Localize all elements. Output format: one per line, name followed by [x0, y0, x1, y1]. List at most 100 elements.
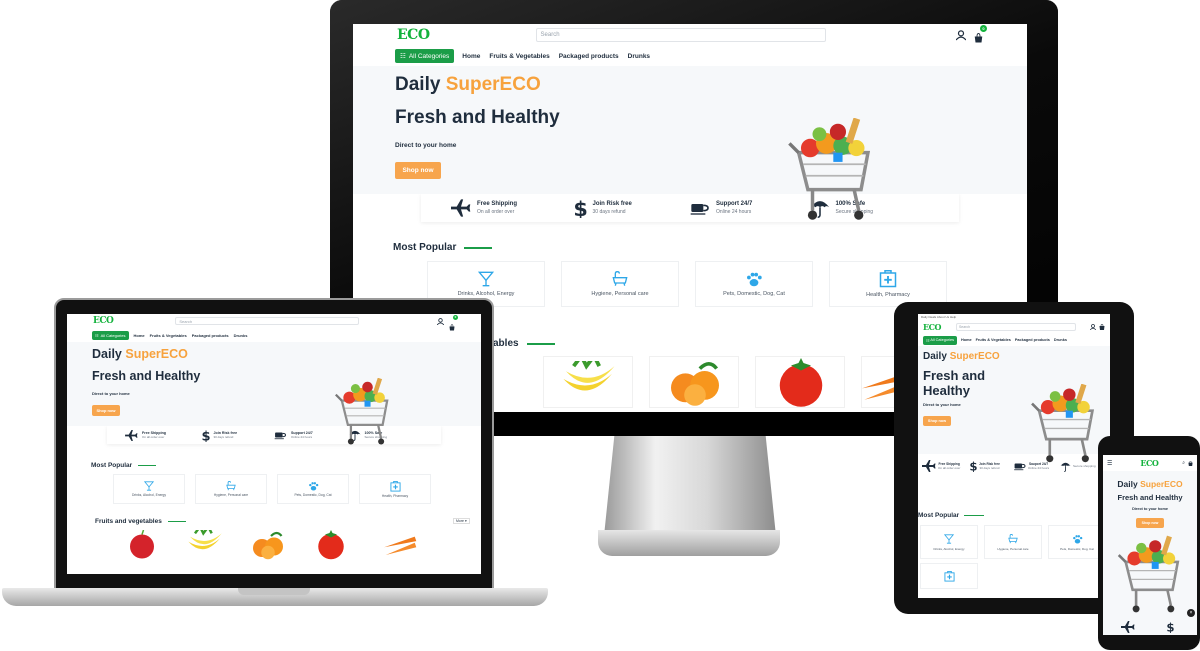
- hero-headline: Fresh and Healthy: [1117, 493, 1183, 502]
- cocktail-icon: [944, 533, 954, 544]
- carrot-image[interactable]: [383, 532, 419, 558]
- category-label: Drinks, Alcohol, Energy: [933, 546, 965, 551]
- cocktail-icon: [478, 271, 494, 287]
- search-input[interactable]: Search: [955, 323, 1076, 331]
- brand-logo[interactable]: ECO: [397, 27, 430, 43]
- nav-fruits-vegetables[interactable]: Fruits & Vegetables: [150, 333, 187, 338]
- shop-now-button[interactable]: Shop now: [1136, 518, 1164, 528]
- feature-subtitle: Online 24 hours: [1028, 466, 1050, 470]
- orange-image[interactable]: [249, 530, 287, 560]
- dollar-icon: [1166, 621, 1174, 633]
- category-card-pets[interactable]: Pets, Domestic, Dog, Cat: [277, 474, 349, 504]
- category-card-drinks[interactable]: Drinks, Alcohol, Energy: [920, 525, 978, 559]
- nav-drunks[interactable]: Drunks: [1054, 338, 1067, 342]
- category-label: Health, Pharmacy: [866, 292, 910, 298]
- category-card-hygiene[interactable]: Hygiene, Personal care: [195, 474, 267, 504]
- cart-icon[interactable]: [1099, 324, 1105, 330]
- fruits-title: Fruits and vegetables: [95, 518, 162, 525]
- shop-now-button[interactable]: Shop now: [92, 405, 120, 416]
- product-tile-banana[interactable]: [543, 353, 633, 408]
- feature-subtitle: On all order over: [477, 209, 515, 215]
- category-card-health[interactable]: Health, Pharmacy: [359, 474, 431, 504]
- shop-now-button[interactable]: Shop now: [395, 162, 441, 179]
- feature-subtitle: On all order over: [142, 435, 165, 439]
- user-icon[interactable]: [956, 29, 966, 41]
- nav-drunks[interactable]: Drunks: [234, 333, 248, 338]
- search-input[interactable]: Search: [175, 317, 360, 325]
- laptop-screen: ECO Search 0 ☷ All Categories Home Fruit…: [67, 314, 481, 574]
- all-categories-button[interactable]: ☷ All Categories: [395, 49, 455, 63]
- header-icons: ⌕: [1182, 460, 1193, 466]
- nav-packaged-products[interactable]: Packaged products: [192, 333, 229, 338]
- nav-fruits-vegetables[interactable]: Fruits & Vegetables: [489, 53, 549, 60]
- more-dropdown[interactable]: More ▾: [453, 518, 470, 524]
- nav-home[interactable]: Home: [961, 338, 972, 342]
- banana-image[interactable]: [183, 530, 227, 560]
- medkit-icon: [879, 270, 897, 288]
- nav-packaged-products[interactable]: Packaged products: [559, 53, 619, 60]
- feature-subtitle: Secure shopping: [1073, 464, 1096, 468]
- category-card-health[interactable]: [920, 563, 978, 589]
- hamburger-icon[interactable]: ☰: [1107, 460, 1112, 467]
- brand-logo[interactable]: ECO: [923, 322, 941, 332]
- category-card-drinks[interactable]: Drinks, Alcohol, Energy: [113, 474, 185, 504]
- all-categories-label: All Categories: [930, 338, 955, 342]
- search-input[interactable]: Search: [535, 28, 826, 42]
- laptop-trackpad-notch: [238, 588, 310, 595]
- hero-title-prefix: Daily: [1117, 479, 1141, 489]
- search-placeholder: Search: [540, 32, 560, 38]
- most-popular-heading: Most Popular: [393, 242, 1027, 253]
- coffee-icon: [274, 431, 287, 440]
- product-tile-tomato[interactable]: [755, 356, 845, 408]
- category-card-health[interactable]: Health, Pharmacy: [829, 261, 947, 307]
- user-icon[interactable]: [1090, 324, 1096, 330]
- search-icon[interactable]: ⌕: [1182, 460, 1185, 466]
- category-label: Pets, Domestic, Dog, Cat: [723, 291, 785, 297]
- hero-title: Daily SuperECO: [1107, 479, 1193, 489]
- fruits-heading: Fruits and vegetables More ▾: [95, 518, 481, 525]
- cart-icon[interactable]: [1188, 460, 1193, 466]
- tomato-image[interactable]: [315, 530, 347, 560]
- menu-icon: ☷: [400, 53, 406, 60]
- hero-headline: Fresh and Healthy: [395, 107, 560, 128]
- nav-drunks[interactable]: Drunks: [628, 53, 650, 60]
- monitor-stand-base: [598, 530, 780, 556]
- nav-home[interactable]: Home: [134, 333, 145, 338]
- product-tile-orange[interactable]: [649, 356, 739, 408]
- dollar-icon: [969, 460, 977, 472]
- brand-logo[interactable]: ECO: [93, 316, 114, 326]
- dollar-icon: [201, 429, 210, 442]
- hero-title: Daily SuperECO: [92, 347, 456, 361]
- cart-icon[interactable]: 0: [449, 314, 458, 331]
- brand-logo[interactable]: ECO: [1140, 458, 1158, 468]
- desktop-screen: ECO Search 0 ☷ All Categories Home Fruit…: [353, 24, 1027, 308]
- apple-image[interactable]: [127, 530, 157, 560]
- cocktail-icon: [144, 481, 154, 491]
- all-categories-label: All Categories: [100, 332, 126, 338]
- heading-underline: [167, 520, 186, 523]
- desktop-header: ECO Search 0: [353, 24, 1027, 46]
- most-popular-title: Most Popular: [91, 462, 133, 469]
- nav-packaged-products[interactable]: Packaged products: [1015, 338, 1050, 342]
- plane-icon: [451, 199, 471, 217]
- nav-home[interactable]: Home: [462, 53, 480, 60]
- nav-fruits-vegetables[interactable]: Fruits & Vegetables: [976, 338, 1011, 342]
- orange-image: [669, 361, 721, 408]
- user-icon[interactable]: [437, 317, 444, 325]
- category-card-pets[interactable]: Pets, Domestic, Dog, Cat: [695, 261, 813, 307]
- cart-count-badge: 0: [980, 25, 987, 32]
- all-categories-button[interactable]: ☷ All Categories: [92, 330, 129, 340]
- category-card-hygiene[interactable]: Hygiene, Personal care: [561, 261, 679, 307]
- cart-icon[interactable]: 0: [974, 25, 987, 43]
- shop-now-button[interactable]: Shop now: [923, 416, 951, 426]
- close-icon[interactable]: ×: [1187, 609, 1195, 617]
- category-card-hygiene[interactable]: Hygiene, Personal care: [984, 525, 1042, 559]
- hero-headline-line1: Fresh and: [923, 368, 986, 383]
- tablet-screen: Daily Deals About Us Help ECO Search ☷ A…: [918, 314, 1110, 598]
- menu-icon: ☷: [926, 338, 930, 343]
- all-categories-button[interactable]: ☷ All Categories: [923, 335, 958, 345]
- feature-subtitle: 30 days refund: [979, 466, 1000, 470]
- feature-free-shipping: Free Shipping On all order over: [125, 426, 200, 444]
- heading-underline: [138, 464, 157, 467]
- coffee-icon: [690, 203, 709, 216]
